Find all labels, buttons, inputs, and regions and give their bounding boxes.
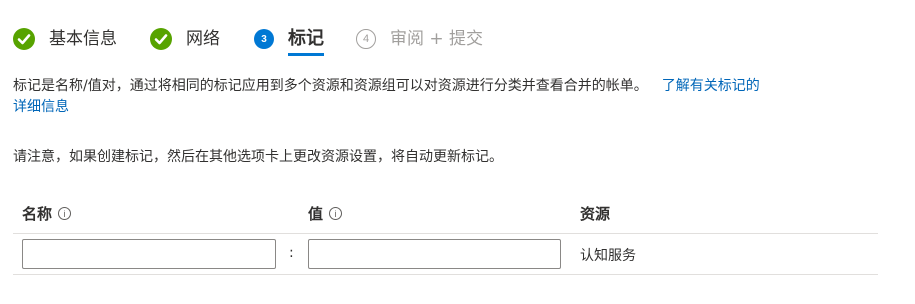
name-value-separator: : [289, 245, 294, 261]
checkmark-icon [13, 28, 35, 50]
step-label: 基本信息 [49, 29, 117, 49]
info-icon[interactable]: i [58, 207, 72, 220]
step-tags[interactable]: 3 标记 [254, 26, 324, 56]
active-step-underline [288, 53, 324, 56]
tag-value-input[interactable] [308, 239, 561, 269]
step-networking[interactable]: 网络 [150, 26, 220, 52]
description-text: 标记是名称/值对，通过将相同的标记应用到多个资源和资源组可以对资源进行分类并查看… [13, 78, 648, 94]
tags-note: 请注意，如果创建标记，然后在其他选项卡上更改资源设置，将自动更新标记。 [13, 149, 503, 165]
column-header-value: 值 i [308, 203, 343, 224]
step-basics[interactable]: 基本信息 [13, 26, 117, 52]
step-number-icon: 4 [356, 29, 376, 49]
step-label: 网络 [186, 29, 220, 49]
tag-resource: 认知服务 [580, 248, 636, 264]
tags-description: 标记是名称/值对，通过将相同的标记应用到多个资源和资源组可以对资源进行分类并查看… [13, 76, 893, 118]
info-icon[interactable]: i [329, 207, 343, 220]
step-label: 标记 [288, 28, 324, 56]
step-number-icon: 3 [254, 29, 274, 49]
column-header-resource: 资源 [580, 205, 611, 223]
wizard-steps: 基本信息 网络 3 标记 4 审阅 + 提交 [0, 0, 915, 70]
checkmark-icon [150, 28, 172, 50]
row-divider [13, 274, 878, 275]
step-label: 审阅 + 提交 [390, 29, 484, 49]
column-header-name: 名称 i [22, 203, 72, 224]
header-divider [13, 233, 878, 234]
step-review-create[interactable]: 4 审阅 + 提交 [356, 26, 483, 52]
tag-name-input[interactable] [22, 239, 276, 269]
